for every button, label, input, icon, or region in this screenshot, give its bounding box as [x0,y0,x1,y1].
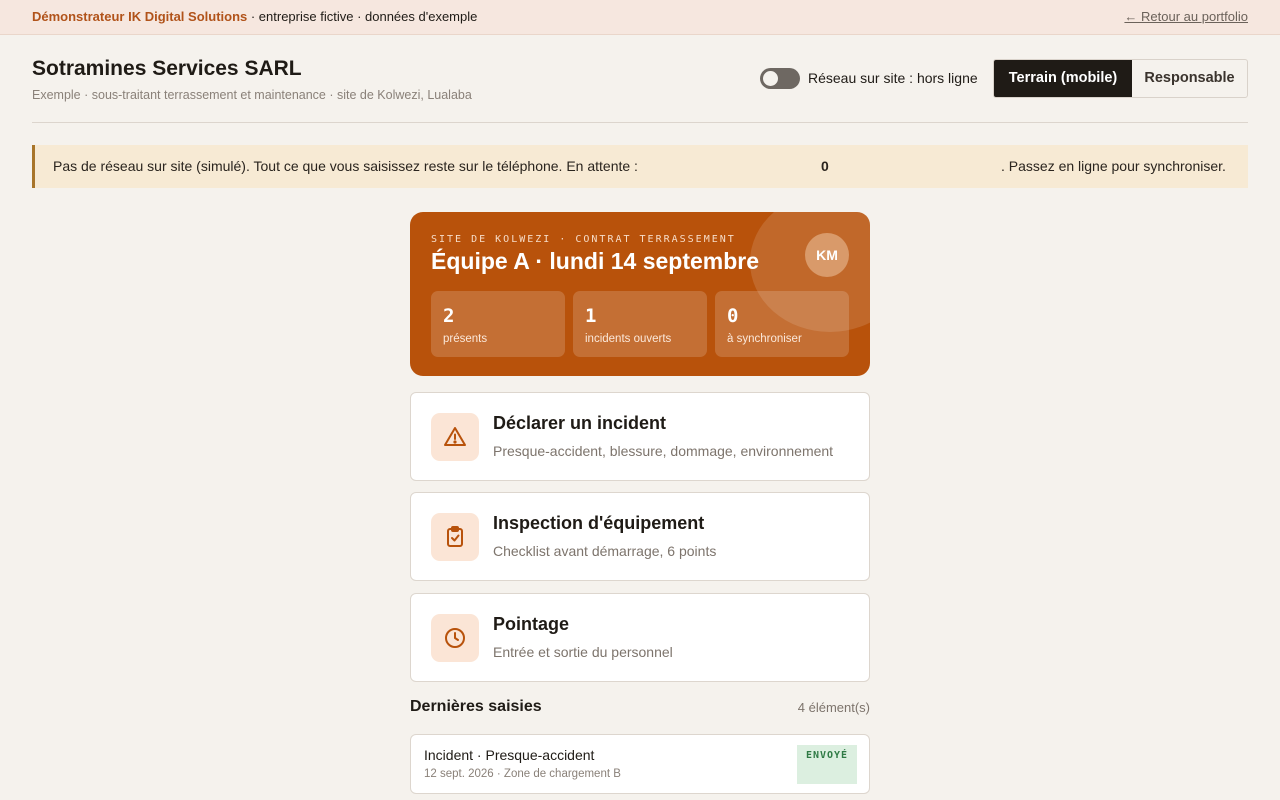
stat-open-incidents: 1 incidents ouverts [573,291,707,357]
stat-value: 2 [443,305,455,327]
equipment-inspection-card[interactable]: Inspection d'équipement Checklist avant … [410,492,870,581]
brand-suffix: · entreprise fictive · données d'exemple [247,9,478,24]
clock-icon [431,614,479,662]
banner-text-end: . Passez en ligne pour synchroniser. [1001,158,1226,174]
view-mode-field-button[interactable]: Terrain (mobile) [994,60,1132,97]
back-to-portfolio-link[interactable]: ← Retour au portfolio [1124,9,1248,24]
view-mode-switch: Terrain (mobile) Responsable [993,59,1248,98]
action-subtitle: Presque-accident, blessure, dommage, env… [493,443,834,459]
header-divider [32,122,1248,123]
avatar[interactable]: KM [805,233,849,277]
network-toggle[interactable] [760,68,800,89]
pending-count: 0 [821,158,829,174]
stat-value: 1 [585,305,597,327]
time-tracking-card[interactable]: Pointage Entrée et sortie du personnel [410,593,870,682]
team-day-title: Équipe A · lundi 14 septembre [431,248,760,274]
stat-label: incidents ouverts [585,333,672,345]
company-subtitle: Exemple · sous-traitant terrassement et … [32,88,472,102]
toggle-knob [763,71,778,86]
entry-title: Incident · Presque-accident [424,747,595,763]
stat-label: à synchroniser [727,333,802,345]
warning-triangle-icon [431,413,479,461]
status-badge: ENVOYÉ [797,745,857,784]
declare-incident-card[interactable]: Déclarer un incident Presque-accident, b… [410,392,870,481]
site-eyebrow: SITE DE KOLWEZI · CONTRAT TERRASSEMENT [431,234,736,245]
clipboard-check-icon [431,513,479,561]
action-title: Déclarer un incident [493,413,667,433]
demo-topbar: Démonstrateur IK Digital Solutions · ent… [0,0,1280,35]
banner-text: Pas de réseau sur site (simulé). Tout ce… [53,158,638,174]
team-summary-card: SITE DE KOLWEZI · CONTRAT TERRASSEMENT É… [410,212,870,376]
brand-name: Démonstrateur IK Digital Solutions [32,9,248,24]
demo-brand: Démonstrateur IK Digital Solutions · ent… [32,9,477,24]
recent-entries-count: 4 élément(s) [797,700,870,715]
action-subtitle: Checklist avant démarrage, 6 points [493,543,717,559]
action-title: Inspection d'équipement [493,513,705,533]
stat-present: 2 présents [431,291,565,357]
company-title: Sotramines Services SARL [32,57,302,80]
stat-to-sync: 0 à synchroniser [715,291,849,357]
list-item[interactable]: Incident · Presque-accident 12 sept. 202… [410,734,870,794]
action-title: Pointage [493,614,570,634]
stat-label: présents [443,333,488,345]
view-mode-manager-button[interactable]: Responsable [1132,60,1247,97]
entry-meta: 12 sept. 2026 · Zone de chargement B [424,768,621,780]
offline-banner: Pas de réseau sur site (simulé). Tout ce… [32,145,1248,188]
action-subtitle: Entrée et sortie du personnel [493,644,673,660]
recent-entries-title: Dernières saisies [410,698,542,715]
network-toggle-label: Réseau sur site : hors ligne [808,70,978,86]
stat-value: 0 [727,305,739,327]
